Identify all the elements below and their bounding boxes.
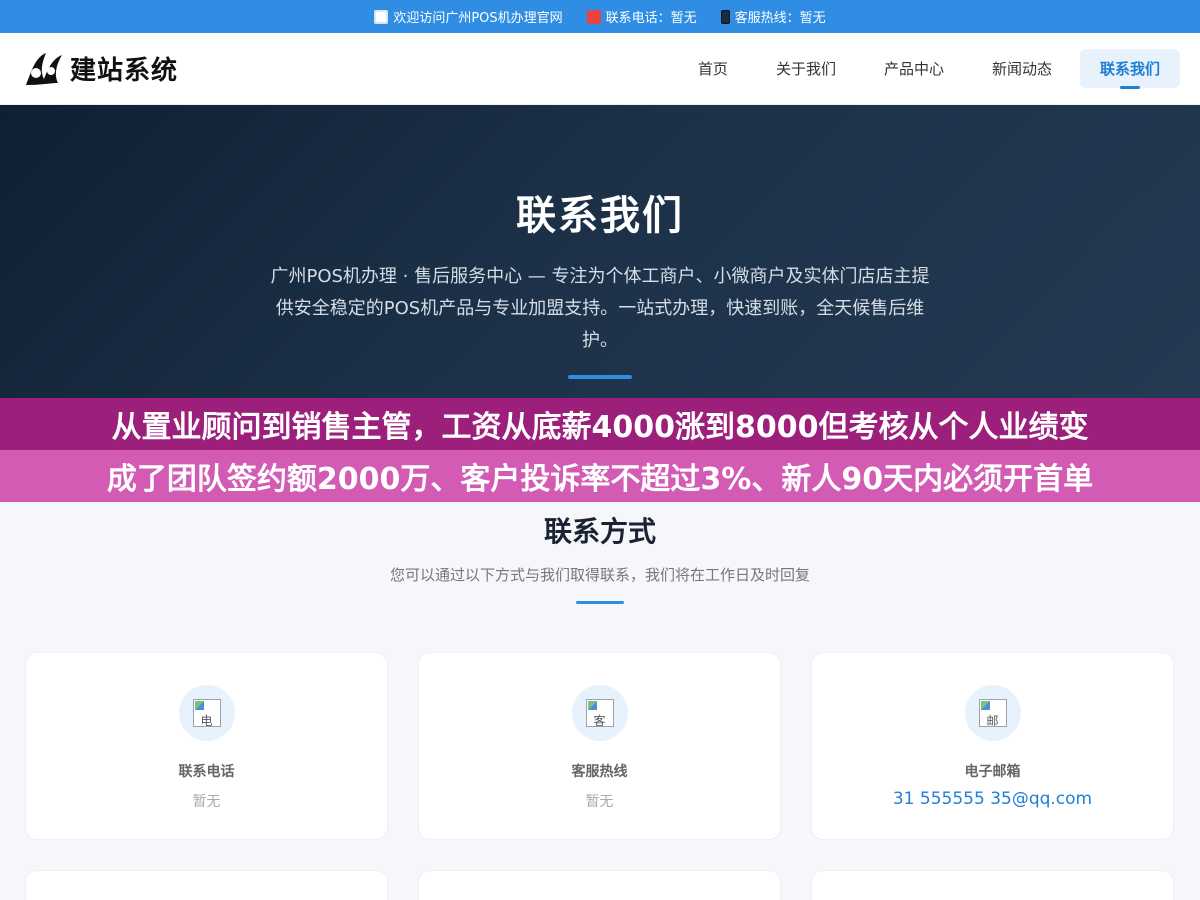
hero-title: 联系我们 (516, 193, 684, 239)
nav-item-home[interactable]: 首页 (678, 49, 748, 88)
contact-cards-row-2 (0, 840, 1200, 900)
contact-card-hotline: 客 客服热线 暂无 (418, 652, 781, 840)
top-info-bar: 欢迎访问广州POS机办理官网 联系电话：暂无 客服热线：暂无 (0, 0, 1200, 33)
banner-line-2: 成了团队签约额2000万、客户投诉率不超过3%、新人90天内必须开首单 (0, 450, 1200, 502)
card-value: 暂无 (585, 794, 614, 810)
phone-icon-circle: 电 (178, 685, 235, 741)
contact-card-email: 邮 电子邮箱 31 555555 35@qq.com (811, 652, 1174, 840)
contact-card (418, 870, 781, 900)
section-title: 联系方式 (543, 515, 656, 548)
banner-line-1: 从置业顾问到销售主管，工资从底薪4000涨到8000但考核从个人业绩变 (0, 398, 1200, 450)
nav-item-contact[interactable]: 联系我们 (1079, 49, 1180, 89)
phone-item: 联系电话：暂无 (586, 7, 697, 26)
contact-cards: 电 联系电话 暂无 客 客服热线 暂无 邮 电子邮箱 31 555555 35@… (0, 604, 1200, 840)
email-link[interactable]: 31 555555 35@qq.com (893, 789, 1092, 809)
broken-image-icon: 邮 (978, 699, 1007, 727)
logo-mark-icon (26, 52, 62, 85)
hero-section: 联系我们 广州POS机办理 · 售后服务中心 — 专注为个体工商户、小微商户及实… (0, 105, 1200, 398)
email-icon-circle: 邮 (964, 685, 1021, 741)
contact-card-phone: 电 联系电话 暂无 (25, 652, 388, 840)
nav-item-news[interactable]: 新闻动态 (972, 49, 1072, 88)
welcome-item: 欢迎访问广州POS机办理官网 (374, 7, 563, 26)
broken-image-icon: 电 (192, 699, 221, 727)
site-header: 建站系统 首页 关于我们 产品中心 新闻动态 联系我们 (0, 33, 1200, 105)
contact-card (811, 870, 1174, 900)
phone-icon (586, 9, 601, 24)
broken-image-icon: 客 (585, 699, 614, 727)
hotline-item: 客服热线：暂无 (720, 7, 826, 26)
hotline-icon-circle: 客 (571, 685, 628, 741)
section-subtitle: 您可以通过以下方式与我们取得联系，我们将在工作日及时回复 (389, 566, 810, 584)
hero-divider (568, 375, 632, 379)
phone-text: 联系电话：暂无 (605, 11, 697, 26)
nav-item-products[interactable]: 产品中心 (864, 49, 964, 88)
nav-item-about[interactable]: 关于我们 (756, 49, 856, 88)
site-icon (374, 9, 389, 24)
overlay-banner: 从置业顾问到销售主管，工资从底薪4000涨到8000但考核从个人业绩变 成了团队… (0, 398, 1200, 502)
card-label: 客服热线 (571, 764, 628, 780)
card-label: 电子邮箱 (964, 764, 1021, 780)
logo-text: 建站系统 (70, 56, 179, 86)
site-logo[interactable]: 建站系统 (22, 49, 178, 89)
hero-description: 广州POS机办理 · 售后服务中心 — 专注为个体工商户、小微商户及实体门店店主… (270, 266, 930, 351)
card-value: 暂无 (192, 794, 221, 810)
mobile-icon (720, 9, 730, 24)
main-nav: 首页 关于我们 产品中心 新闻动态 联系我们 (678, 49, 1180, 89)
contact-card (25, 870, 388, 900)
welcome-text: 欢迎访问广州POS机办理官网 (393, 11, 563, 26)
card-label: 联系电话 (178, 764, 235, 780)
hotline-text: 客服热线：暂无 (734, 11, 826, 26)
